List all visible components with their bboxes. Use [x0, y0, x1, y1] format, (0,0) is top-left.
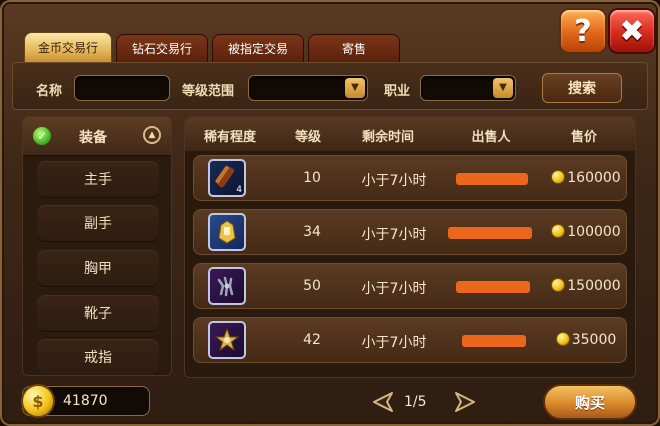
item-price: 160000	[546, 170, 626, 186]
tab-diamond-auction[interactable]: 钻石交易行	[116, 34, 208, 62]
arrow-right-icon	[455, 392, 475, 412]
seller-name-redacted	[456, 281, 530, 293]
item-price: 100000	[546, 224, 626, 240]
level-range-label: 等级范围	[182, 84, 235, 99]
level-range-dropdown[interactable]: ▼	[248, 75, 368, 101]
header-time-left: 剩余时间	[361, 130, 414, 145]
listing-panel: 稀有程度 等级 剩余时间 出售人 售价 4 10 小于7小时 160000 34…	[184, 116, 636, 378]
time-left: 小于7小时	[361, 173, 427, 189]
gold-coin-icon	[551, 170, 566, 184]
seller-name-redacted	[448, 227, 532, 239]
chevron-down-icon: ▼	[493, 78, 513, 98]
auction-window: ? ✖ 金币交易行 钻石交易行 被指定交易 寄售 名称 等级范围 ▼ 职业 ▼ …	[0, 0, 660, 426]
listing-header: 稀有程度 等级 剩余时间 出售人 售价	[185, 117, 635, 151]
item-price: 35000	[546, 332, 626, 348]
class-dropdown[interactable]: ▼	[420, 75, 516, 101]
item-price: 150000	[546, 278, 626, 294]
search-button[interactable]: 搜索	[542, 73, 622, 103]
listing-row[interactable]: 34 小于7小时 100000	[193, 209, 627, 255]
listing-row[interactable]: 42 小于7小时 35000	[193, 317, 627, 363]
header-price: 售价	[570, 130, 597, 145]
prev-page-button[interactable]	[370, 390, 396, 414]
name-label: 名称	[36, 84, 63, 99]
class-label: 职业	[384, 84, 411, 99]
name-input[interactable]	[74, 75, 170, 101]
buy-button[interactable]: 购买	[543, 384, 637, 420]
gold-coin-icon	[551, 278, 566, 292]
header-rarity: 稀有程度	[203, 130, 256, 145]
time-left: 小于7小时	[361, 227, 427, 243]
time-left: 小于7小时	[361, 335, 427, 351]
gold-coin-icon	[551, 224, 566, 238]
seller-name-redacted	[462, 335, 526, 347]
star-amulet-icon	[208, 321, 246, 359]
collapse-up-icon[interactable]: ▲	[143, 126, 161, 144]
gold-balance: $ 41870	[21, 384, 150, 418]
category-header[interactable]: ✓ 装备 ▲	[23, 117, 171, 156]
time-left: 小于7小时	[361, 281, 427, 297]
tab-gold-auction[interactable]: 金币交易行	[24, 32, 112, 62]
item-level: 50	[303, 278, 321, 294]
check-icon: ✓	[33, 127, 51, 145]
tab-designated-trade[interactable]: 被指定交易	[212, 34, 304, 62]
subcategory-chest[interactable]: 胸甲	[37, 250, 159, 286]
listing-row[interactable]: 4 10 小于7小时 160000	[193, 155, 627, 201]
header-level: 等级	[294, 130, 321, 145]
subcategory-off-hand[interactable]: 副手	[37, 205, 159, 241]
item-level: 10	[303, 170, 321, 186]
subcategory-ring[interactable]: 戒指	[37, 339, 159, 375]
gold-coin-icon: $	[21, 384, 55, 418]
help-button[interactable]: ?	[561, 10, 605, 52]
listing-row[interactable]: 50 小于7小时 150000	[193, 263, 627, 309]
category-title: 装备	[79, 130, 107, 146]
claw-weapon-icon	[208, 267, 246, 305]
scroll-icon: 4	[208, 159, 246, 197]
gold-coin-icon	[555, 332, 570, 346]
close-button[interactable]: ✖	[610, 10, 654, 52]
category-panel: ✓ 装备 ▲ 主手 副手 胸甲 靴子 戒指	[22, 116, 172, 376]
chevron-down-icon: ▼	[345, 78, 365, 98]
item-level: 34	[303, 224, 321, 240]
page-indicator: 1/5	[404, 394, 427, 410]
next-page-button[interactable]	[452, 390, 478, 414]
question-icon: ?	[574, 13, 592, 49]
seller-name-redacted	[456, 173, 528, 185]
arrow-left-icon	[373, 392, 393, 412]
close-icon: ✖	[619, 13, 645, 49]
tab-consignment[interactable]: 寄售	[308, 34, 400, 62]
header-seller: 出售人	[471, 130, 511, 145]
item-level: 42	[303, 332, 321, 348]
subcategory-main-hand[interactable]: 主手	[37, 161, 159, 197]
golden-armor-icon	[208, 213, 246, 251]
gold-amount: 41870	[63, 393, 108, 409]
subcategory-boots[interactable]: 靴子	[37, 295, 159, 331]
